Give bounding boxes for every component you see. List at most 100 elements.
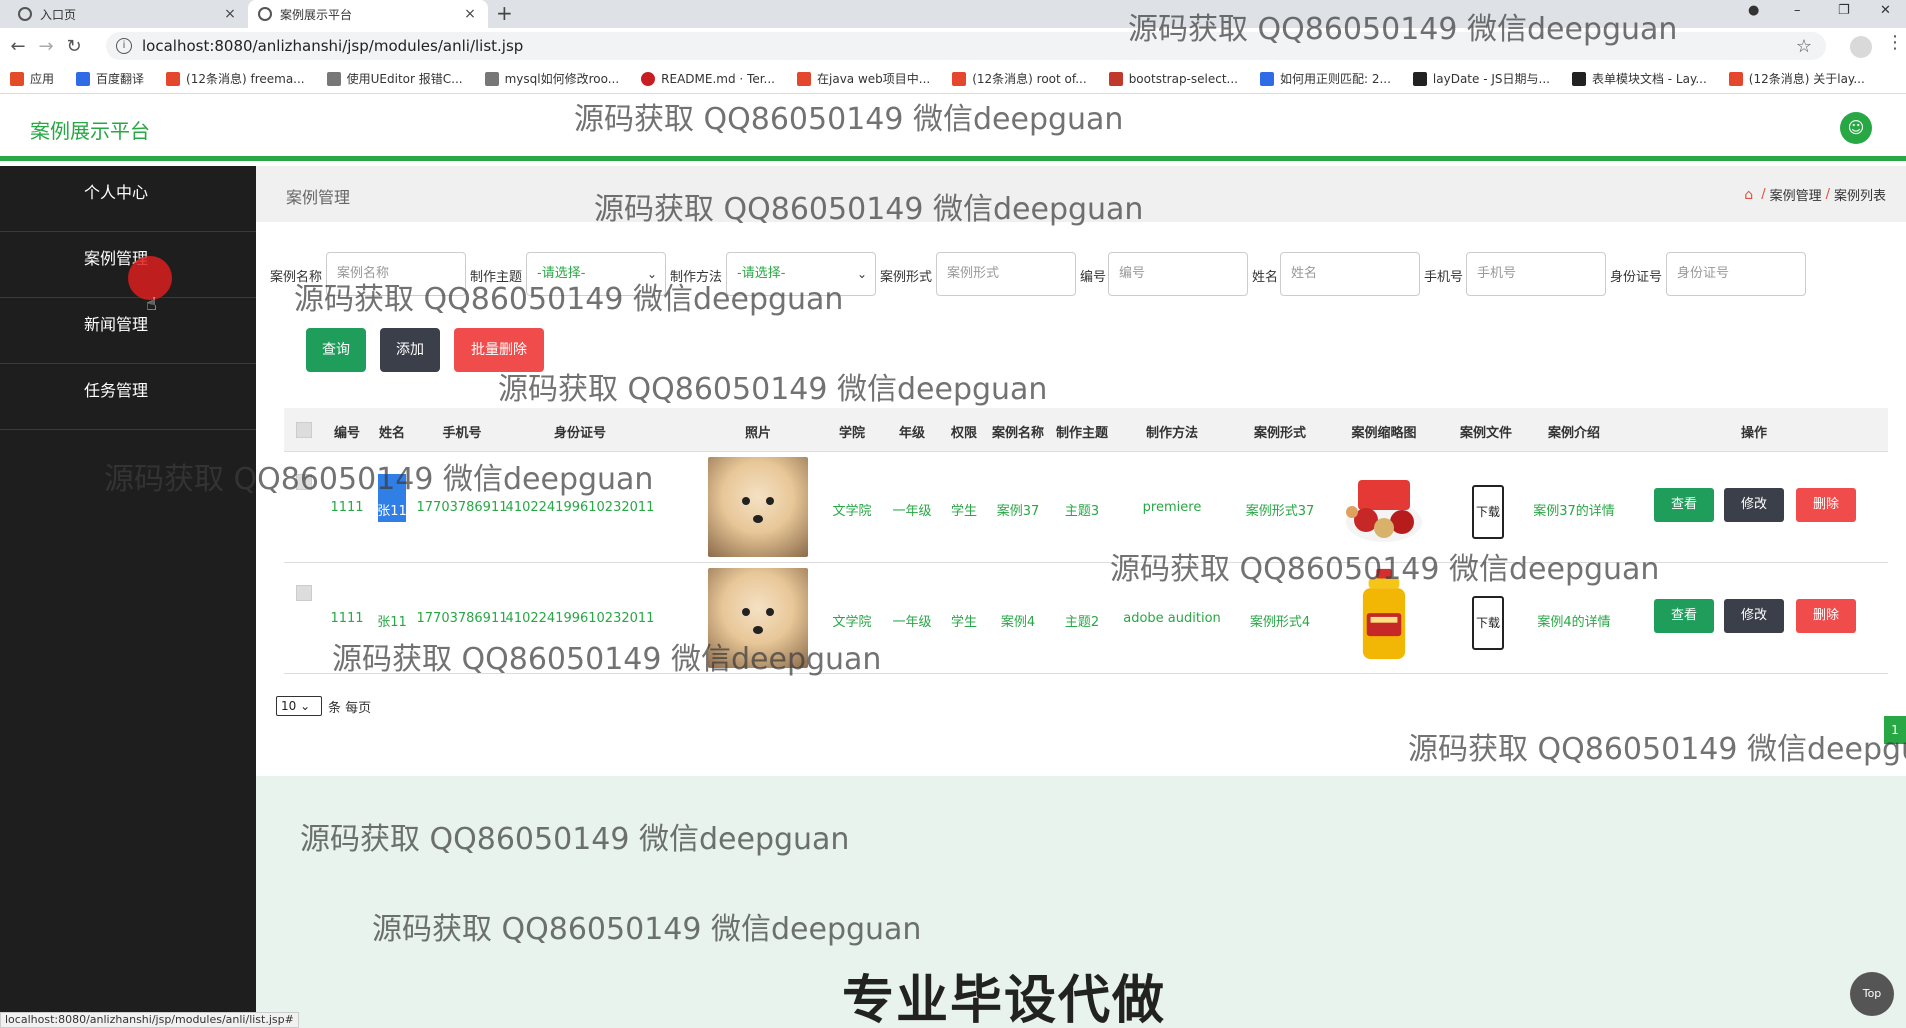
edit-button[interactable]: 修改 — [1724, 599, 1784, 633]
case-thumbnail-image — [1346, 480, 1422, 542]
browser-tab-active[interactable]: 案例展示平台 × — [248, 0, 488, 28]
bookmark-icon — [484, 71, 499, 86]
bookmark-item[interactable]: bootstrap-select... — [1108, 71, 1238, 86]
download-button[interactable]: 下载 — [1472, 596, 1504, 650]
filter-label: 制作主题 — [470, 270, 523, 285]
batch-delete-button[interactable]: 批量删除 — [454, 328, 544, 372]
bookmark-icon — [326, 71, 341, 86]
menu-kebab-icon[interactable]: ⋮ — [1886, 32, 1904, 53]
column-header: 案例缩略图 — [1351, 426, 1417, 441]
close-tab-icon[interactable]: × — [222, 6, 238, 22]
sidebar-item-news[interactable]: 新闻管理 — [0, 298, 256, 364]
bookmark-star-icon[interactable]: ☆ — [1796, 36, 1812, 57]
bookmark-item[interactable]: 表单模块文档 - Lay... — [1571, 70, 1707, 87]
bookmark-item[interactable]: (12条消息) root of... — [952, 70, 1087, 87]
sidebar-item-profile[interactable]: 个人中心 — [0, 166, 256, 232]
back-icon[interactable]: ← — [4, 36, 32, 57]
name-input[interactable]: 姓名 — [1280, 252, 1420, 296]
bookmark-icon — [797, 71, 811, 86]
browser-tab-entry[interactable]: 入口页 × — [8, 0, 248, 28]
bookmark-icon — [1412, 71, 1427, 86]
sidebar-item-label: 任务管理 — [84, 381, 149, 400]
case-name-input[interactable]: 案例名称 — [326, 252, 466, 296]
cell-method: adobe audition — [1123, 611, 1221, 626]
sidebar-item-label: 个人中心 — [84, 183, 149, 202]
id-input[interactable]: 编号 — [1108, 252, 1248, 296]
table-header: 编号 姓名 手机号 身份证号 照片 学院 年级 权限 案例名称 制作主题 制作方… — [284, 408, 1888, 452]
bookmark-item[interactable]: (12条消息) freema... — [166, 70, 305, 87]
delete-button[interactable]: 删除 — [1796, 599, 1856, 633]
cell-form: 案例形式4 — [1249, 615, 1311, 630]
info-icon[interactable]: i — [116, 38, 132, 54]
case-form-input[interactable]: 案例形式 — [936, 252, 1076, 296]
column-header: 年级 — [898, 426, 926, 441]
bookmark-item[interactable]: mysql如何修改roo... — [484, 70, 619, 87]
tab-search-icon[interactable]: ● — [1748, 0, 1759, 28]
delete-button[interactable]: 删除 — [1796, 488, 1856, 522]
minimize-icon[interactable]: – — [1794, 0, 1801, 28]
page-number-button[interactable]: 1 — [1884, 716, 1906, 744]
cell-id: 1111 — [330, 611, 364, 626]
bookmark-item[interactable]: 应用 — [10, 70, 54, 87]
bookmark-icon — [1571, 71, 1586, 86]
phone-input[interactable]: 手机号 — [1466, 252, 1606, 296]
column-header: 编号 — [333, 426, 361, 441]
select-all-checkbox[interactable] — [296, 422, 312, 438]
bookmark-item[interactable]: 使用UEditor 报错C... — [326, 70, 463, 87]
method-select[interactable]: -请选择- ⌄ — [726, 252, 876, 296]
cell-role: 学生 — [950, 615, 978, 630]
row-checkbox[interactable] — [296, 474, 312, 490]
bookmarks-bar: 应用 百度翻译 (12条消息) freema... 使用UEditor 报错C.… — [0, 64, 1906, 94]
bookmark-item[interactable]: 百度翻译 — [76, 70, 144, 87]
column-header: 案例文件 — [1459, 426, 1513, 441]
theme-select[interactable]: -请选择- ⌄ — [526, 252, 666, 296]
cell-case-name: 案例4 — [1000, 615, 1036, 630]
restore-icon[interactable]: ❐ — [1838, 0, 1850, 28]
column-header: 制作主题 — [1055, 426, 1109, 441]
address-bar[interactable]: i localhost:8080/anlizhanshi/jsp/modules… — [106, 32, 1826, 60]
status-bar-url: localhost:8080/anlizhanshi/jsp/modules/a… — [0, 1012, 299, 1028]
new-tab-button[interactable]: + — [496, 0, 513, 28]
profile-icon[interactable] — [1850, 36, 1872, 58]
close-tab-icon[interactable]: × — [462, 6, 478, 22]
forward-icon[interactable]: → — [32, 36, 60, 57]
back-to-top-button[interactable]: Top — [1850, 972, 1894, 1016]
row-checkbox[interactable] — [296, 585, 312, 601]
search-button[interactable]: 查询 — [306, 328, 366, 372]
table-row: 1111 张11 17703786911 410224199610232011 … — [284, 452, 1888, 563]
main-content: 案例管理 ⌂ / 案例管理 / 案例列表 案例名称 案例名称 制作主题 -请选择… — [256, 166, 1906, 1028]
sidebar: 个人中心 案例管理 ☝ 新闻管理 任务管理 — [0, 166, 256, 1028]
close-window-icon[interactable]: ✕ — [1880, 0, 1891, 28]
bookmark-icon — [1108, 71, 1123, 86]
sidebar-item-tasks[interactable]: 任务管理 — [0, 364, 256, 430]
page-size-select[interactable]: 10 ⌄ — [276, 696, 322, 716]
add-button[interactable]: 添加 — [380, 328, 440, 372]
bookmark-item[interactable]: (12条消息) 关于lay... — [1728, 70, 1865, 87]
view-button[interactable]: 查看 — [1654, 599, 1714, 633]
bookmark-icon — [1728, 71, 1743, 86]
home-icon[interactable]: ⌂ — [1744, 187, 1753, 203]
breadcrumb-item[interactable]: 案例管理 — [1770, 185, 1822, 204]
column-header: 案例形式 — [1253, 426, 1307, 441]
sidebar-item-cases[interactable]: 案例管理 ☝ — [0, 232, 256, 315]
column-header: 学院 — [838, 426, 866, 441]
page-title: 案例管理 — [286, 188, 351, 207]
bookmark-item[interactable]: 在java web项目中... — [797, 70, 930, 87]
cell-grade: 一年级 — [892, 504, 932, 519]
breadcrumb-item: 案例列表 — [1833, 189, 1886, 204]
user-icon[interactable]: ☺ — [1840, 112, 1872, 144]
browser-tabbar: 入口页 × 案例展示平台 × + ● – ❐ ✕ — [0, 0, 1906, 28]
cell-idcard: 410224199610232011 — [505, 611, 655, 626]
bookmark-item[interactable]: README.md · Ter... — [641, 71, 775, 86]
bookmark-item[interactable]: layDate - JS日期与... — [1412, 70, 1550, 87]
brand-title[interactable]: 案例展示平台 — [30, 115, 150, 144]
chevron-down-icon: ⌄ — [856, 267, 867, 281]
download-button[interactable]: 下载 — [1472, 485, 1504, 539]
reload-icon[interactable]: ↻ — [60, 36, 88, 57]
bookmark-item[interactable]: 如何用正则匹配: 2... — [1259, 70, 1391, 87]
per-page-label: 条 每页 — [328, 700, 372, 716]
filter-label: 案例形式 — [880, 270, 933, 285]
view-button[interactable]: 查看 — [1654, 488, 1714, 522]
idcard-input[interactable]: 身份证号 — [1666, 252, 1806, 296]
edit-button[interactable]: 修改 — [1724, 488, 1784, 522]
